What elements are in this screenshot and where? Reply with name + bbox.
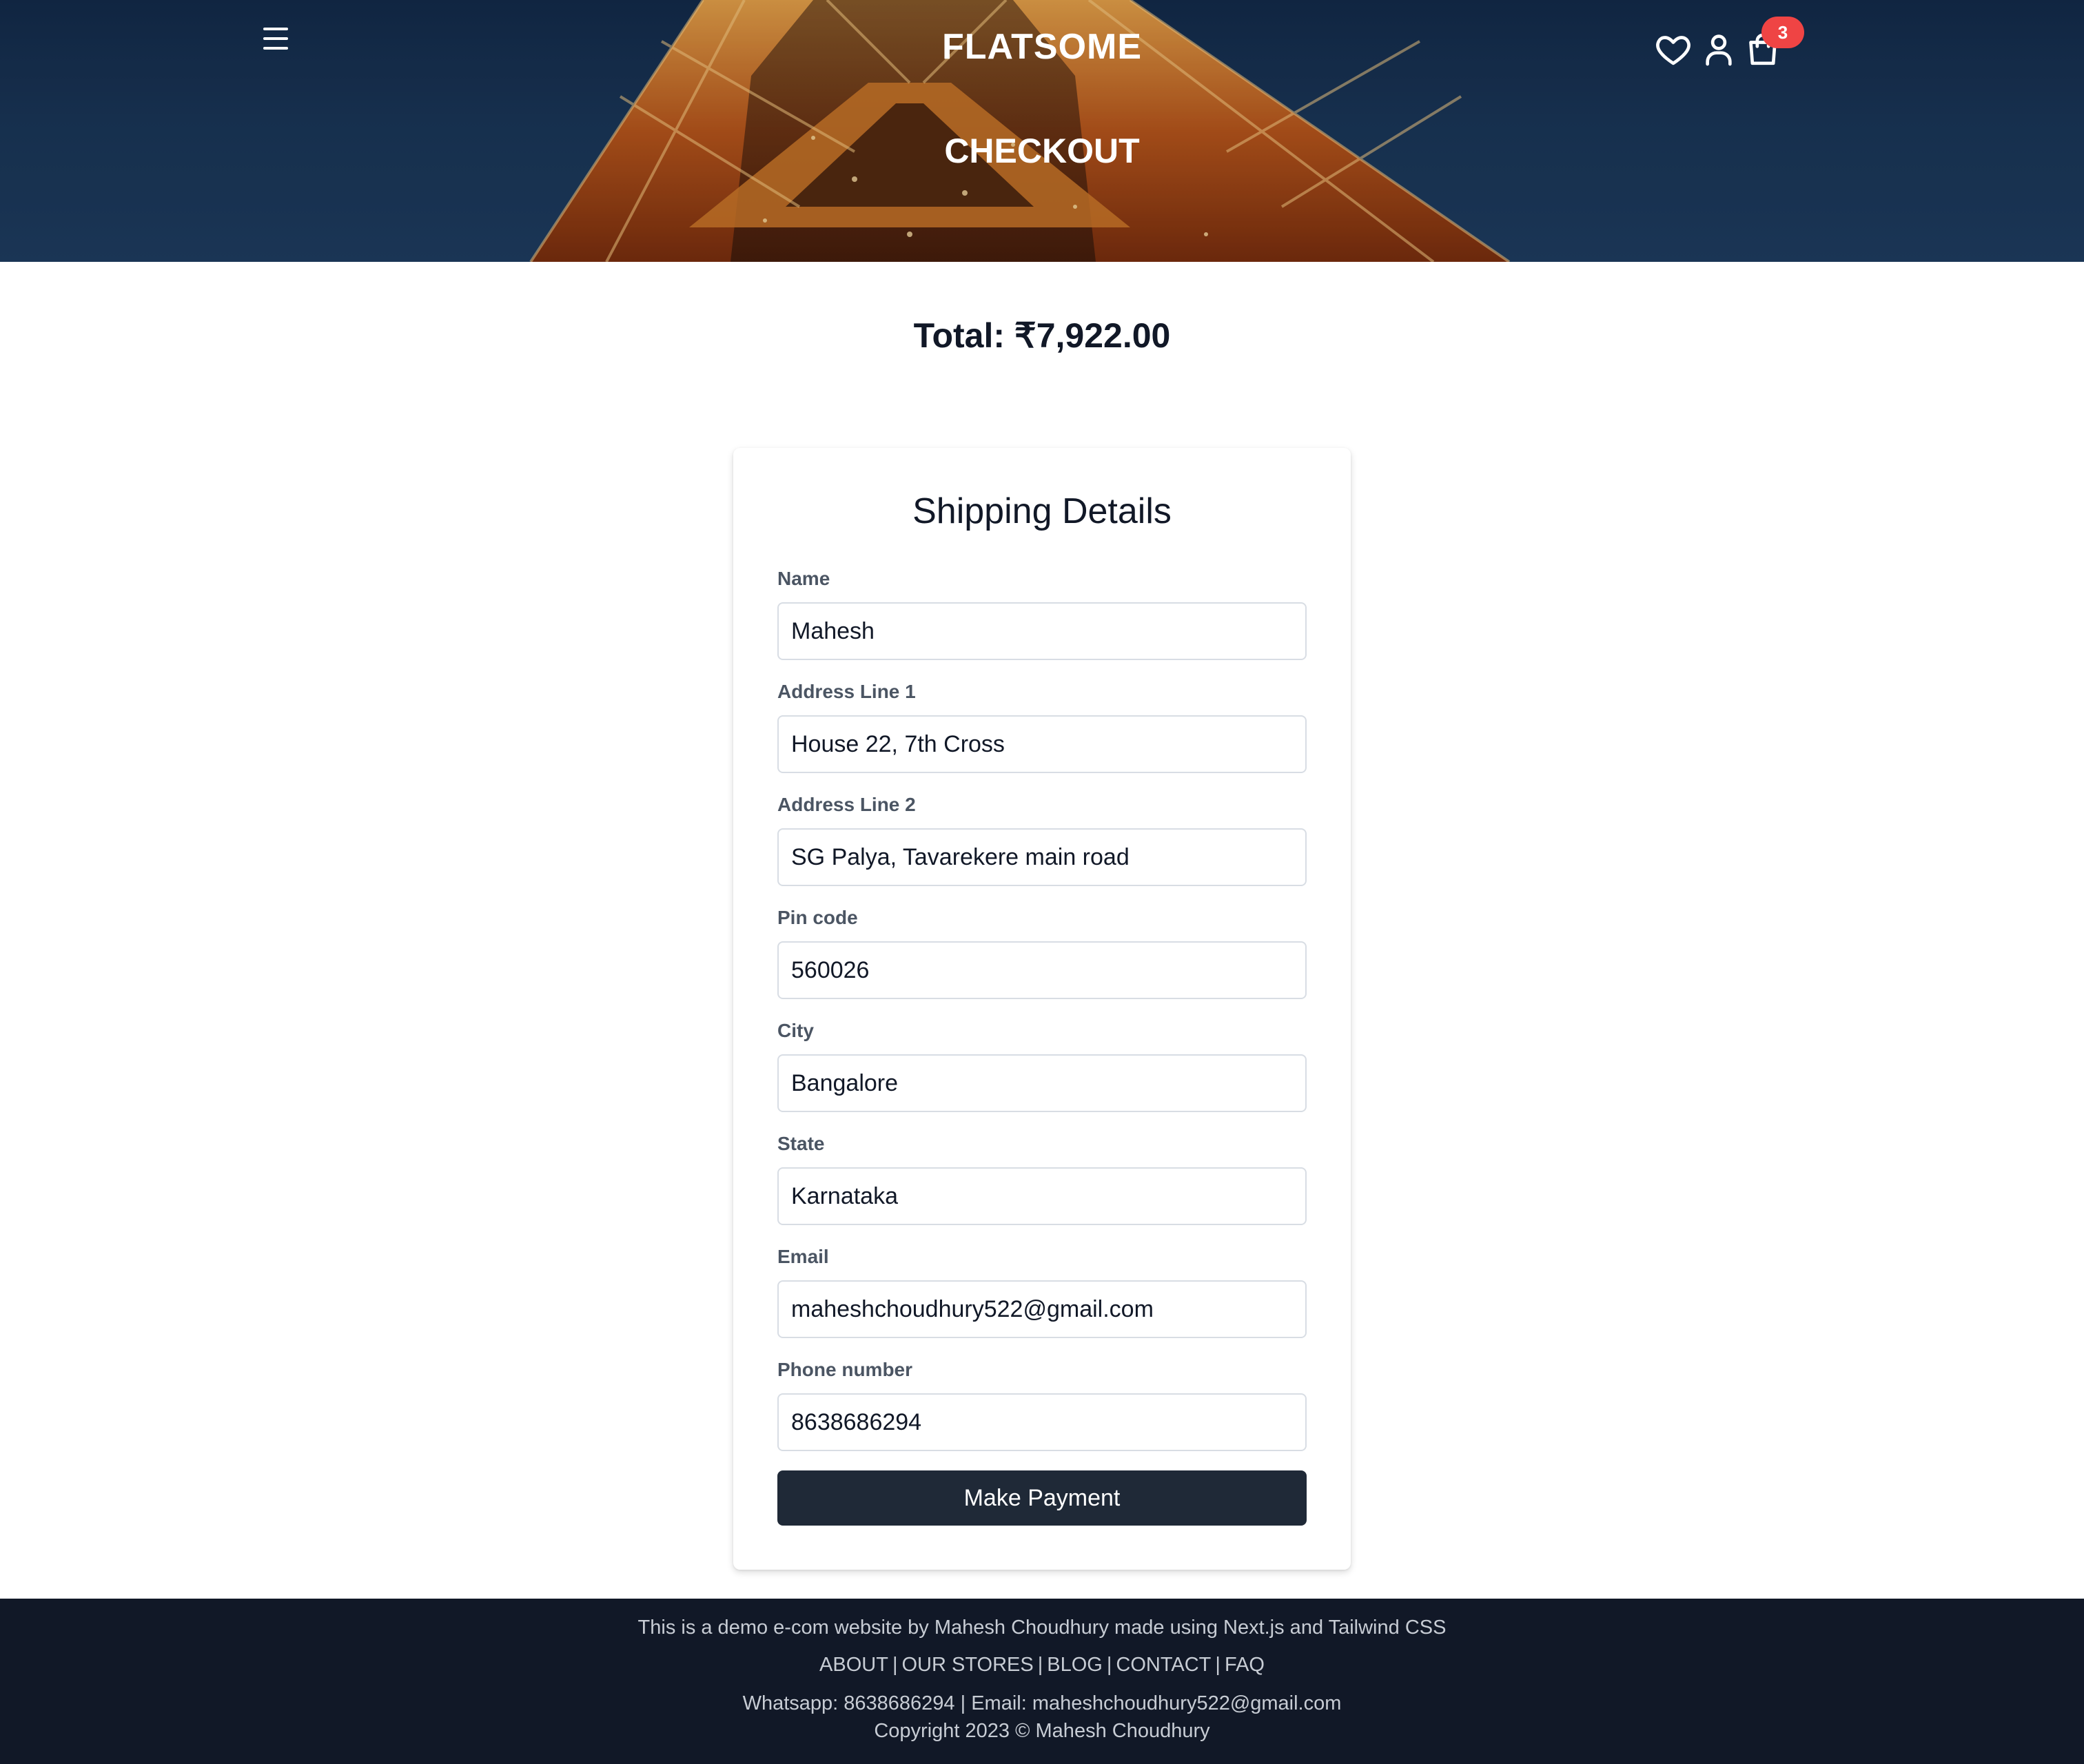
- state-input[interactable]: [777, 1167, 1307, 1225]
- state-field: State: [777, 1131, 1307, 1225]
- form-title: Shipping Details: [912, 491, 1172, 531]
- name-label: Name: [777, 568, 830, 589]
- footer-link-our-stores[interactable]: OUR STORES: [901, 1654, 1033, 1676]
- site-footer: This is a demo e-com website by Mahesh C…: [0, 1599, 2084, 1764]
- footer-contact: Whatsapp: 8638686294 | Email: maheshchou…: [742, 1692, 1342, 1714]
- user-icon[interactable]: [1699, 30, 1738, 69]
- address-line-2-label: Address Line 2: [777, 794, 916, 815]
- footer-link-contact[interactable]: CONTACT: [1116, 1654, 1211, 1676]
- name-input[interactable]: [777, 602, 1307, 660]
- city-label: City: [777, 1020, 814, 1041]
- footer-tagline: This is a demo e-com website by Mahesh C…: [637, 1617, 1447, 1639]
- address-line-1-input[interactable]: [777, 715, 1307, 773]
- footer-separator: |: [1215, 1654, 1220, 1676]
- address-line-2-input[interactable]: [777, 828, 1307, 886]
- footer-link-about[interactable]: ABOUT: [819, 1654, 888, 1676]
- phone-number-label: Phone number: [777, 1359, 913, 1380]
- order-total: Total: ₹7,922.00: [913, 316, 1171, 355]
- hero-banner: FLATSOME CHECKOUT 3: [0, 0, 2084, 262]
- name-field: Name: [777, 566, 1307, 660]
- phone-number-field: Phone number: [777, 1357, 1307, 1451]
- footer-link-blog[interactable]: BLOG: [1047, 1654, 1103, 1676]
- footer-link-faq[interactable]: FAQ: [1225, 1654, 1265, 1676]
- email-field: Email: [777, 1244, 1307, 1338]
- pin-code-label: Pin code: [777, 907, 858, 928]
- state-label: State: [777, 1133, 825, 1154]
- address-line-2-field: Address Line 2: [777, 792, 1307, 886]
- footer-separator: |: [1106, 1654, 1112, 1676]
- address-line-1-field: Address Line 1: [777, 679, 1307, 773]
- heart-icon[interactable]: [1654, 30, 1693, 69]
- make-payment-button[interactable]: Make Payment: [777, 1470, 1307, 1526]
- address-line-1-label: Address Line 1: [777, 681, 916, 702]
- pin-code-input[interactable]: [777, 941, 1307, 999]
- email-label: Email: [777, 1246, 829, 1267]
- page-title: CHECKOUT: [944, 132, 1140, 170]
- shipping-details-card: Shipping Details Name Address Line 1 Add…: [733, 448, 1351, 1570]
- email-input[interactable]: [777, 1280, 1307, 1338]
- footer-separator: |: [892, 1654, 898, 1676]
- phone-number-input[interactable]: [777, 1393, 1307, 1451]
- footer-copyright: Copyright 2023 © Mahesh Choudhury: [874, 1720, 1210, 1742]
- cart-count-badge: 3: [1761, 17, 1804, 48]
- city-field: City: [777, 1018, 1307, 1112]
- pin-code-field: Pin code: [777, 905, 1307, 999]
- city-input[interactable]: [777, 1054, 1307, 1112]
- footer-nav: ABOUT | OUR STORES | BLOG | CONTACT | FAQ: [0, 1654, 2084, 1676]
- footer-separator: |: [1037, 1654, 1043, 1676]
